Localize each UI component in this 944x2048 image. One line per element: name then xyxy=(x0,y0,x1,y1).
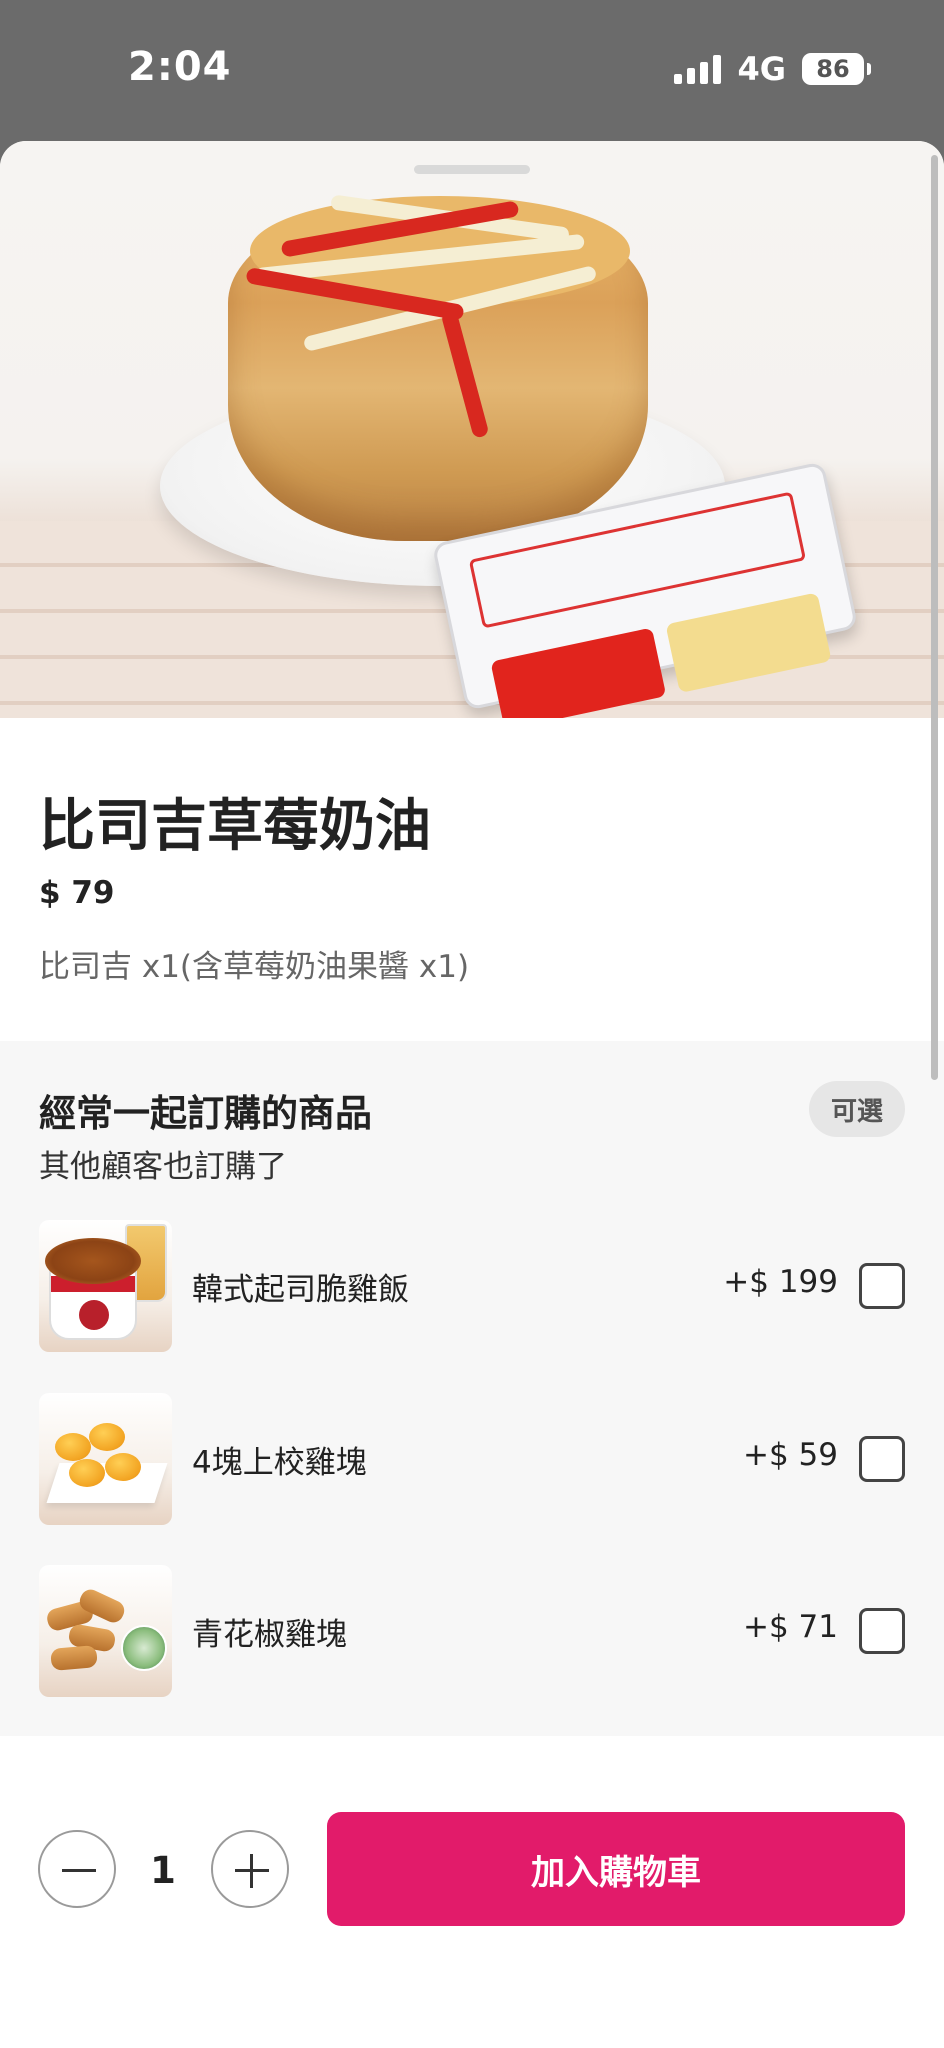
minus-icon xyxy=(62,1869,96,1872)
product-image xyxy=(0,141,944,718)
nugget-graphic xyxy=(55,1433,91,1461)
nugget-graphic xyxy=(89,1423,125,1451)
nugget-graphic xyxy=(69,1459,105,1487)
addon-item-name: 青花椒雞塊 xyxy=(192,1617,347,1653)
status-time: 2:04 xyxy=(128,44,232,90)
four-nuggets-image xyxy=(39,1393,172,1525)
chicken-topping-graphic xyxy=(45,1238,141,1284)
addon-item[interactable]: 青花椒雞塊 +$ 71 xyxy=(0,1565,944,1697)
addon-item-price: +$ 59 xyxy=(743,1437,838,1473)
addon-item-price: +$ 199 xyxy=(723,1264,838,1300)
optional-badge: 可選 xyxy=(809,1081,905,1137)
addon-item-name: 4塊上校雞塊 xyxy=(192,1445,367,1481)
addon-checkbox[interactable] xyxy=(859,1436,905,1482)
network-type: 4G xyxy=(737,50,786,88)
add-to-cart-button[interactable]: 加入購物車 xyxy=(327,1812,905,1926)
addon-checkbox[interactable] xyxy=(859,1263,905,1309)
dip-sauce-graphic xyxy=(121,1625,167,1671)
status-indicators: 4G 86 xyxy=(674,50,871,88)
decrease-quantity-button[interactable] xyxy=(38,1830,116,1908)
addon-checkbox[interactable] xyxy=(859,1608,905,1654)
chicken-stick-graphic xyxy=(50,1645,98,1671)
increase-quantity-button[interactable] xyxy=(211,1830,289,1908)
status-bar: 2:04 4G 86 xyxy=(0,0,944,140)
frequently-bought-section: 經常一起訂購的商品 其他顧客也訂購了 可選 韓式起司脆雞飯 +$ 199 4塊上… xyxy=(0,1041,944,1736)
product-price: $ 79 xyxy=(39,875,115,911)
addon-item-name: 韓式起司脆雞飯 xyxy=(192,1272,409,1308)
signal-icon xyxy=(674,54,722,84)
scrollbar[interactable] xyxy=(931,155,938,1080)
korean-cheese-chicken-rice-image xyxy=(39,1220,172,1352)
addon-item[interactable]: 4塊上校雞塊 +$ 59 xyxy=(0,1393,944,1525)
quantity-value: 1 xyxy=(150,1849,176,1892)
section-title: 經常一起訂購的商品 xyxy=(39,1092,372,1135)
nugget-graphic xyxy=(105,1453,141,1481)
product-sheet: 比司吉草莓奶油 $ 79 比司吉 x1(含草莓奶油果醬 x1) 經常一起訂購的商… xyxy=(0,141,944,2048)
product-description: 比司吉 x1(含草莓奶油果醬 x1) xyxy=(39,949,470,985)
green-pepper-nuggets-image xyxy=(39,1565,172,1697)
product-name: 比司吉草莓奶油 xyxy=(39,794,431,859)
addon-item[interactable]: 韓式起司脆雞飯 +$ 199 xyxy=(0,1220,944,1352)
addon-item-price: +$ 71 xyxy=(743,1609,838,1645)
section-subtitle: 其他顧客也訂購了 xyxy=(39,1149,287,1185)
battery-icon: 86 xyxy=(802,53,871,85)
drag-handle[interactable] xyxy=(414,165,530,174)
